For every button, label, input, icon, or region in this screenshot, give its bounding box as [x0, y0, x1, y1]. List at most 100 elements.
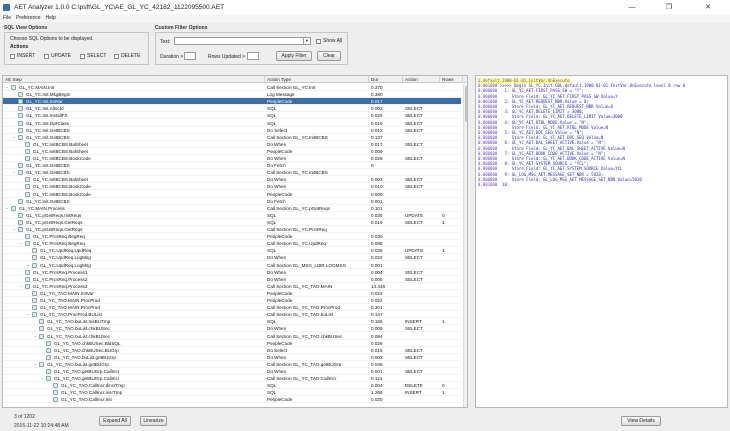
rows-cell — [440, 262, 463, 269]
table-row[interactable]: − GL_YC_TAO.getBUGrp.CallIncr Call Section… — [3, 375, 461, 383]
table-row[interactable]: GL_YC.Init.AllocId SQL 0.003 SELECT — [3, 105, 461, 113]
action-type-cell: Do Fetch — [267, 198, 286, 204]
update-checkbox[interactable]: UPDATE — [44, 53, 71, 59]
table-row[interactable]: GL_YC_TAO.buList.chkBUSec Do When 0.008 SEL… — [3, 325, 461, 333]
table-row[interactable]: GL_YC.UpdReq.LogMsg Do When 0.022 SELECT — [3, 254, 461, 262]
table-row[interactable]: GL_YC_TAO.CallIncr.insrTmp SQL 1.268 INSERT… — [3, 389, 461, 397]
linearize-button[interactable]: Linearize — [140, 416, 167, 426]
action-cell: SELECT — [405, 106, 423, 112]
table-row[interactable]: GL_YC.InitBCBS.BalSheet Do When 0.003 SELEC… — [3, 176, 461, 184]
table-row[interactable]: − GL_YC.Init.GetBCBS Call Section GL_YC.In… — [3, 169, 461, 177]
col-action[interactable]: Action — [403, 76, 440, 83]
table-row[interactable]: GL_YC.Init.MsgBegin Log Message 0.380 — [3, 91, 461, 99]
table-row[interactable]: GL_YC_TAO.buList.InsBUTmp SQL 0.166 INSERT 1 — [3, 318, 461, 326]
insert-checkbox[interactable]: INSERT — [10, 53, 35, 59]
collapse-icon[interactable]: − — [34, 334, 38, 339]
dur-cell — [369, 226, 403, 233]
collapse-icon[interactable]: − — [6, 85, 10, 90]
table-row[interactable]: − GL_YC_TAO.buList.chkBUSec Call Section G… — [3, 333, 461, 340]
table-row[interactable]: GL_YC.InitBCBS.BookCode Do When 0.010 SELEC… — [3, 183, 461, 191]
table-row[interactable]: GL_YC.PrcsReq.Process1 Do When 0.004 SELECT — [3, 269, 461, 276]
chevron-down-icon[interactable]: ▼ — [303, 37, 311, 45]
action-cell: SELECT — [405, 276, 423, 282]
table-row[interactable]: − GL_YC.Init.GetBCBS Call Section GL_YC.In… — [3, 134, 461, 141]
table-row[interactable]: GL_YC_TAO.buList.getBUGrp Do When 0.002 SEL… — [3, 354, 461, 361]
duration-input[interactable] — [184, 52, 196, 60]
collapse-icon[interactable]: − — [13, 135, 17, 140]
table-row[interactable]: GL_YC.UpdReq.UpdReq SQL 0.026 UPDATE 1 — [3, 247, 461, 255]
collapse-icon[interactable]: − — [34, 362, 38, 367]
table-row[interactable]: GL_YC.InitBCBS.BookCode PeopleCode 0.006 — [3, 191, 461, 198]
view-details-button[interactable]: View Details — [621, 416, 661, 426]
table-row[interactable]: − GL_YC.MAIN.Process Call Section GL_YC.pG… — [3, 205, 461, 212]
rows-updated-input[interactable] — [247, 52, 259, 60]
table-row[interactable]: GL_YC_TAO.CallIncr.Init PeopleCode 0.020 — [3, 396, 461, 404]
table-row[interactable]: + GL_YC.UpdReq.LogMsg Call Section GL_MSG_… — [3, 262, 461, 269]
table-row[interactable]: GL_YC_TAO.MAIN.ProcProd PeopleCode 0.022 — [3, 297, 461, 304]
table-row[interactable]: GL_YC.Init.GetBCBS Do Select 0.012 SELECT — [3, 127, 461, 134]
step-name-cell: GL_YC_TAO.ProcProd.BUList — [40, 312, 102, 318]
node-icon — [32, 298, 37, 303]
table-row[interactable]: GL_YC.PrcsReq.Process2 Do When 0.005 SELECT — [3, 276, 461, 283]
step-name-cell: GL_YC.InitBCBS.BalSheet — [33, 148, 88, 154]
scrollbar-thumb[interactable] — [465, 86, 467, 122]
table-row[interactable]: − GL_YC.PrcsReq.BegReq Call Section GL_YC.… — [3, 240, 461, 248]
table-row[interactable]: − GL_YC_TAO.buList.getBUGrp Call Section G… — [3, 361, 461, 368]
show-all-checkbox[interactable]: Show All — [316, 38, 342, 44]
table-row[interactable]: GL_YC_TAO.chkBUSec.BUGrp Do Select 0.015 SE… — [3, 347, 461, 354]
menu-preference[interactable]: Preference — [16, 15, 40, 21]
delete-checkbox[interactable]: DELETE — [114, 53, 140, 59]
collapse-icon[interactable]: − — [13, 227, 17, 232]
table-row[interactable]: GL_YC.pGetReqs.InitReqs SQL 0.035 UPDATE 0 — [3, 212, 461, 219]
menu-help[interactable]: Help — [46, 15, 56, 21]
expand-icon[interactable]: + — [27, 263, 31, 268]
col-action-type[interactable]: Action Type — [265, 76, 369, 83]
col-rows[interactable]: Rows — [440, 76, 463, 83]
table-row[interactable]: GL_YC_TAO.chkBUSec.BldSQL PeopleCode 0.026 — [3, 340, 461, 347]
table-row[interactable]: − GL_YC.PrcsReq.Process2 Call Section GL_Y… — [3, 283, 461, 290]
table-row[interactable]: GL_YC.PrcsReq.BegReq PeopleCode 0.030 — [3, 233, 461, 241]
close-icon[interactable]: ✕ — [694, 0, 722, 14]
table-row[interactable]: GL_YC.Init.InitVar PeopleCode 0.017 — [3, 98, 461, 106]
select-checkbox[interactable]: SELECT — [80, 53, 106, 59]
maximize-icon[interactable]: ❐ — [655, 0, 683, 14]
table-row[interactable]: GL_YC.pGetReqs.GetReqs SQL 0.019 SELECT 1 — [3, 219, 461, 226]
collapse-icon[interactable]: − — [27, 312, 31, 317]
collapse-icon[interactable]: − — [41, 376, 45, 381]
table-row[interactable]: GL_YC.Init.OprClass SQL 0.015 SELECT — [3, 120, 461, 127]
filter-text-input[interactable] — [174, 37, 304, 45]
collapse-icon[interactable]: − — [20, 284, 24, 289]
col-ae-step[interactable]: AE Step — [3, 76, 265, 83]
dur-cell: 0.137 — [371, 134, 383, 140]
table-row[interactable]: − GL_YC.pGetReqs.GetReqs Call Section GL_Y… — [3, 226, 461, 233]
table-scrollbar[interactable] — [463, 84, 467, 407]
dur-cell: 0.026 — [371, 248, 383, 254]
collapse-icon[interactable]: − — [20, 241, 24, 246]
expand-all-button[interactable]: Expand All — [99, 416, 131, 426]
step-name-cell: GL_YC.Init.InstallFS — [26, 113, 68, 119]
apply-filter-button[interactable]: Apply Filter — [276, 51, 312, 61]
table-row[interactable]: GL_YC_TAO.MAIN.InitVar PeopleCode 0.022 — [3, 290, 461, 297]
collapse-icon[interactable]: − — [6, 206, 10, 211]
menu-file[interactable]: File — [3, 15, 11, 21]
rows-cell — [440, 84, 463, 91]
log-detail-pane[interactable]: 1.default.1900-01-01.InitVar.OnExecute 0.… — [475, 75, 728, 408]
clear-button[interactable]: Clear — [317, 51, 341, 61]
table-row[interactable]: GL_YC_TAO.CallIncr.dincrTmp SQL 0.004 DELET… — [3, 382, 461, 390]
table-row[interactable]: GL_YC.Init.GetBCBS Do Fetch 0 — [3, 162, 461, 170]
action-cell — [403, 134, 440, 141]
table-row[interactable]: GL_YC.InitBCBS.BalSheet Do When 0.017 SELEC… — [3, 141, 461, 148]
table-row[interactable]: GL_YC.InitBCBS.BookCode Do When 0.028 SELEC… — [3, 155, 461, 162]
col-dur[interactable]: Dur — [369, 76, 403, 83]
table-row[interactable]: GL_YC.Init.InstallFS SQL 0.025 SELECT — [3, 112, 461, 120]
collapse-icon[interactable]: − — [13, 170, 17, 175]
table-row[interactable]: GL_YC_TAO.getBUGrp.CallIncr Do When 0.001 S… — [3, 368, 461, 375]
minimize-icon[interactable]: — — [618, 0, 646, 14]
table-row[interactable]: − GL_YC.MAIN.Init Call Section GL_YC.Init 0… — [3, 84, 461, 91]
table-row[interactable]: − GL_YC_TAO.ProcProd.BUList Call Section G… — [3, 311, 461, 319]
table-row[interactable]: GL_YC.Init.GetBCBS Do Fetch 0.001 — [3, 198, 461, 205]
table-row[interactable]: GL_YC_TAO.MAIN.ProcProd Call Section GL_Y… — [3, 304, 461, 312]
table-row[interactable]: GL_YC.InitBCBS.BalSheet PeopleCode 0.009 — [3, 148, 461, 155]
action-type-cell: Call Section GL_YC_TAO.getBUGrp — [267, 361, 342, 367]
node-icon — [32, 312, 37, 318]
